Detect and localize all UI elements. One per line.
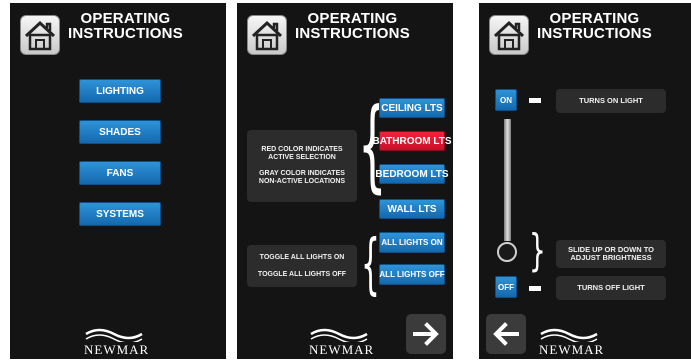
home-button[interactable] — [247, 15, 287, 55]
info-text: GRAY COLOR INDICATES — [259, 170, 345, 177]
menu-button-lighting[interactable]: LIGHTING — [79, 79, 161, 103]
room-button-bedroom[interactable]: BEDROOM LTS — [375, 164, 449, 184]
title-line-1: OPERATING — [80, 10, 171, 27]
menu-button-shades[interactable]: SHADES — [79, 120, 161, 144]
brand-text: NEWMAR — [84, 342, 150, 357]
home-icon — [251, 20, 283, 51]
back-button[interactable] — [486, 314, 526, 354]
room-button-bathroom[interactable]: BATHROOM LTS — [372, 131, 452, 151]
wave-icon — [310, 328, 368, 342]
brightness-track[interactable] — [504, 119, 511, 241]
panel-main-menu: OPERATING INSTRUCTIONS LIGHTING SHADES F… — [10, 3, 226, 359]
slide-info: SLIDE UP OR DOWN TO ADJUST BRIGHTNESS — [556, 240, 666, 268]
wave-icon — [85, 328, 143, 342]
home-button[interactable] — [489, 15, 529, 55]
title-line-2: INSTRUCTIONS — [295, 25, 410, 42]
page-title: OPERATING INSTRUCTIONS — [68, 11, 183, 41]
info-text: ADJUST BRIGHTNESS — [570, 253, 652, 262]
arrow-right-icon — [413, 322, 439, 346]
next-button[interactable] — [406, 314, 446, 354]
toggle-info: TOGGLE ALL LIGHTS ON TOGGLE ALL LIGHTS O… — [247, 245, 357, 287]
info-text: ACTIVE SELECTION — [268, 154, 336, 161]
info-text: TOGGLE ALL LIGHTS OFF — [257, 270, 347, 278]
info-text: RED COLOR INDICATES — [261, 146, 343, 153]
arrow-left-icon — [493, 322, 519, 346]
info-text: NON-ACTIVE LOCATIONS — [258, 178, 346, 185]
brace-icon: { — [361, 225, 380, 302]
all-lights-off-button[interactable]: ALL LIGHTS OFF — [379, 264, 445, 285]
title-line-1: OPERATING — [549, 10, 640, 27]
newmar-logo: NEWMAR — [539, 326, 605, 357]
panel-lighting-rooms: OPERATING INSTRUCTIONS RED COLOR INDICAT… — [237, 3, 453, 359]
all-lights-on-button[interactable]: ALL LIGHTS ON — [379, 232, 445, 253]
turns-off-info: TURNS OFF LIGHT — [556, 276, 666, 300]
brightness-slider-knob[interactable] — [497, 242, 517, 262]
off-button[interactable]: OFF — [495, 276, 517, 298]
panel-dimmer-help: OPERATING INSTRUCTIONS ON TURNS ON LIGHT… — [479, 3, 691, 359]
page-title: OPERATING INSTRUCTIONS — [295, 11, 410, 41]
brand-text: NEWMAR — [309, 342, 375, 357]
newmar-logo: NEWMAR — [84, 326, 150, 357]
color-legend-info: RED COLOR INDICATES ACTIVE SELECTION GRA… — [247, 130, 357, 202]
on-button[interactable]: ON — [495, 89, 517, 111]
turns-on-info: TURNS ON LIGHT — [556, 89, 666, 113]
home-button[interactable] — [20, 15, 60, 55]
brace-icon: } — [529, 225, 546, 276]
info-text: TOGGLE ALL LIGHTS ON — [259, 253, 345, 261]
newmar-logo: NEWMAR — [309, 326, 375, 357]
room-button-ceiling[interactable]: CEILING LTS — [379, 98, 445, 118]
title-line-2: INSTRUCTIONS — [68, 25, 183, 42]
menu-button-systems[interactable]: SYSTEMS — [79, 202, 161, 226]
room-button-wall[interactable]: WALL LTS — [379, 199, 445, 219]
page-title: OPERATING INSTRUCTIONS — [537, 11, 652, 41]
home-icon — [24, 20, 56, 51]
title-line-1: OPERATING — [307, 10, 398, 27]
title-line-2: INSTRUCTIONS — [537, 25, 652, 42]
menu-button-fans[interactable]: FANS — [79, 161, 161, 185]
home-icon — [493, 20, 525, 51]
pointer-dash — [529, 286, 541, 291]
wave-icon — [540, 328, 598, 342]
pointer-dash — [529, 98, 541, 103]
brand-text: NEWMAR — [539, 342, 605, 357]
